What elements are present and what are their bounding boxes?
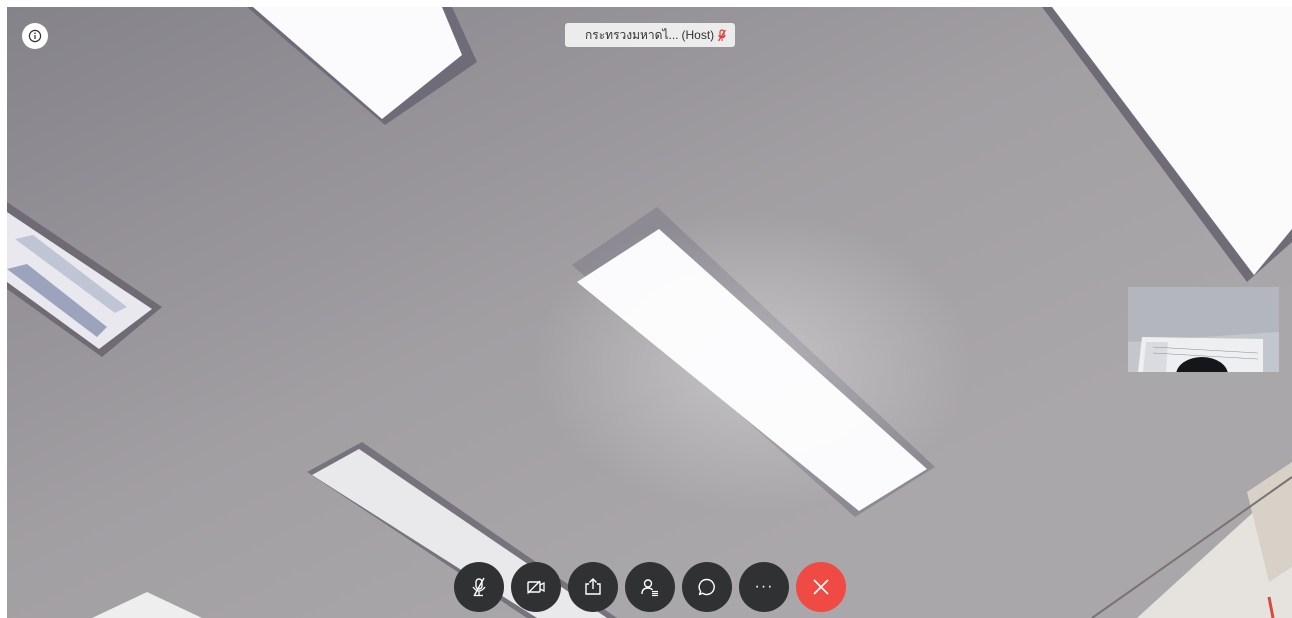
call-controls-toolbar: ··· bbox=[454, 562, 846, 612]
ceiling-video-feed bbox=[7, 7, 1292, 618]
video-button[interactable] bbox=[511, 562, 561, 612]
host-name: กระทรวงมหาดไ... bbox=[585, 27, 679, 42]
chat-bubble-icon bbox=[698, 578, 715, 596]
active-speaker-name-tag: กระทรวงมหาดไ... (Host) bbox=[565, 23, 736, 47]
share-button[interactable] bbox=[568, 562, 618, 612]
more-button[interactable]: ··· bbox=[739, 562, 789, 612]
close-icon bbox=[813, 579, 829, 595]
more-options-icon: ··· bbox=[754, 578, 774, 595]
main-video-stage: กระทรวงมหาดไ... (Host) ··· bbox=[7, 7, 1292, 618]
share-screen-icon bbox=[585, 578, 601, 595]
chat-button[interactable] bbox=[682, 562, 732, 612]
microphone-muted-icon bbox=[718, 28, 727, 41]
participants-icon bbox=[641, 579, 658, 597]
info-icon bbox=[28, 29, 42, 43]
host-role: (Host) bbox=[681, 28, 715, 42]
self-view-video bbox=[1128, 287, 1279, 372]
video-camera-off-icon bbox=[527, 580, 545, 594]
end-call-button[interactable] bbox=[796, 562, 846, 612]
self-view-thumbnail[interactable] bbox=[1128, 287, 1279, 372]
meeting-info-button[interactable] bbox=[22, 23, 48, 49]
mute-button[interactable] bbox=[454, 562, 504, 612]
participants-button[interactable] bbox=[625, 562, 675, 612]
microphone-muted-icon bbox=[472, 577, 486, 597]
